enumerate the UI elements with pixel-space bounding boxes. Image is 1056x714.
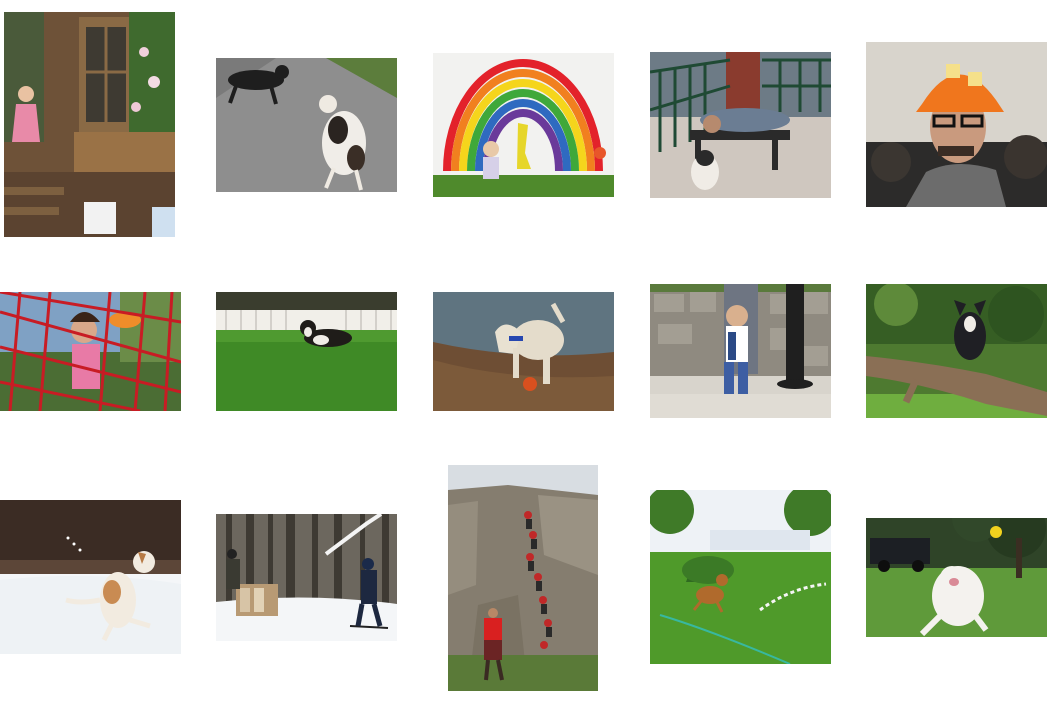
photo-boy-stone-wall[interactable] [650, 284, 831, 418]
photo-child-climbing-net-image [0, 292, 181, 411]
photo-girl-on-porch[interactable] [4, 12, 175, 237]
photo-two-dogs-road[interactable] [216, 58, 397, 192]
photo-dog-on-lawn[interactable] [216, 292, 397, 411]
photo-grid [0, 0, 1056, 714]
photo-dog-by-sprinkler[interactable] [650, 490, 831, 664]
photo-man-orange-hat-image [866, 42, 1047, 207]
photo-boy-stone-wall-image [650, 284, 831, 418]
photo-man-on-bench-image [650, 52, 831, 198]
photo-child-climbing-net[interactable] [0, 292, 181, 411]
photo-dog-in-snow[interactable] [0, 500, 181, 654]
photo-rock-climbers-image [448, 465, 598, 691]
photo-white-dog-park[interactable] [866, 518, 1047, 637]
photo-man-on-bench[interactable] [650, 52, 831, 198]
photo-two-dogs-road-image [216, 58, 397, 192]
photo-dog-on-log-image [866, 284, 1047, 418]
photo-rock-climbers[interactable] [448, 465, 598, 691]
photo-dog-on-beach-image [433, 292, 614, 411]
photo-white-dog-park-image [866, 518, 1047, 637]
photo-skiers-in-woods[interactable] [216, 514, 397, 641]
photo-dog-by-sprinkler-image [650, 490, 831, 664]
photo-skiers-in-woods-image [216, 514, 397, 641]
photo-girl-on-porch-image [4, 12, 175, 237]
photo-dog-on-log[interactable] [866, 284, 1047, 418]
photo-rainbow-painting[interactable] [433, 53, 614, 197]
photo-dog-on-lawn-image [216, 292, 397, 411]
photo-rainbow-painting-image [433, 53, 614, 197]
photo-dog-in-snow-image [0, 500, 181, 654]
photo-dog-on-beach[interactable] [433, 292, 614, 411]
photo-man-orange-hat[interactable] [866, 42, 1047, 207]
